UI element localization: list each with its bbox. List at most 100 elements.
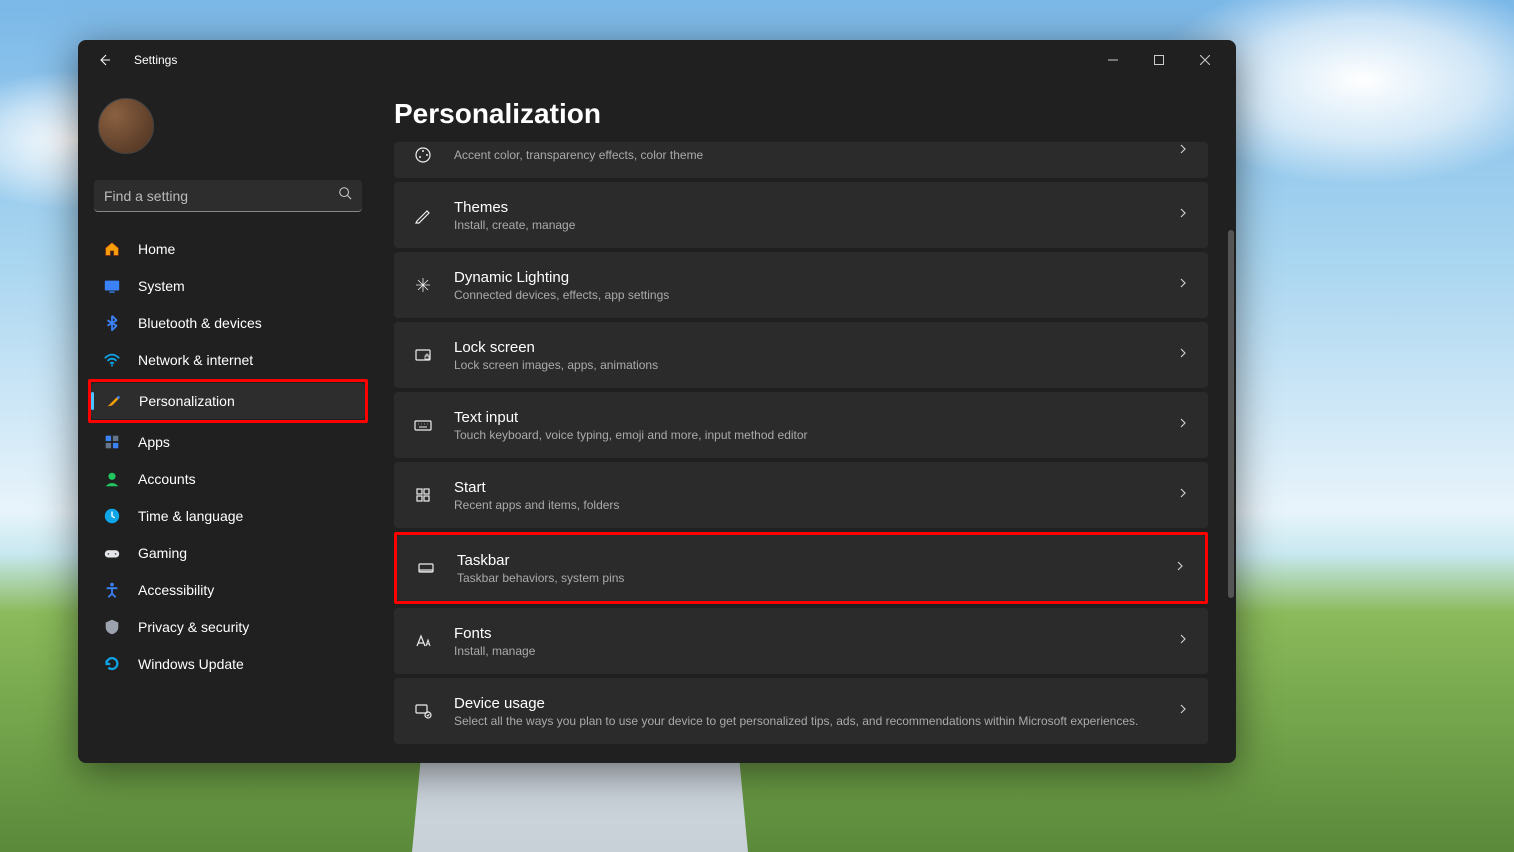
settings-card-dynamic-lighting[interactable]: Dynamic Lighting Connected devices, effec… xyxy=(394,252,1208,318)
taskbar-icon xyxy=(415,557,437,579)
nav-item-label: Accessibility xyxy=(138,582,214,598)
card-text: TaskbarTaskbar behaviors, system pins xyxy=(457,552,1173,585)
settings-card-start[interactable]: Start Recent apps and items, folders xyxy=(394,462,1208,528)
card-text: Dynamic Lighting Connected devices, effec… xyxy=(454,269,1176,302)
card-text: Start Recent apps and items, folders xyxy=(454,479,1176,512)
chevron-right-icon xyxy=(1176,206,1190,225)
nav-item-label: Gaming xyxy=(138,545,187,561)
start-icon xyxy=(412,484,434,506)
chevron-right-icon xyxy=(1173,559,1187,578)
maximize-button[interactable] xyxy=(1136,44,1182,76)
nav-item-apps[interactable]: Apps xyxy=(90,424,366,460)
card-title: Text input xyxy=(454,409,1176,426)
card-subtitle: Install, create, manage xyxy=(454,218,1176,232)
maximize-icon xyxy=(1154,55,1164,65)
nav-item-personalization[interactable]: Personalization xyxy=(91,383,365,419)
nav-item-accounts[interactable]: Accounts xyxy=(90,461,366,497)
annotation-highlight: Personalization xyxy=(88,379,368,423)
device-icon xyxy=(412,700,434,722)
card-title: Dynamic Lighting xyxy=(454,269,1176,286)
search-input[interactable] xyxy=(104,188,338,204)
arrow-left-icon xyxy=(96,52,112,68)
card-text: Themes Install, create, manage xyxy=(454,199,1176,232)
chevron-right-icon xyxy=(1176,632,1190,651)
card-title: Themes xyxy=(454,199,1176,216)
close-icon xyxy=(1200,55,1210,65)
update-icon xyxy=(102,654,122,674)
nav-item-time-language[interactable]: Time & language xyxy=(90,498,366,534)
nav-item-accessibility[interactable]: Accessibility xyxy=(90,572,366,608)
window-title: Settings xyxy=(134,53,177,67)
nav-item-network-internet[interactable]: Network & internet xyxy=(90,342,366,378)
card-title: Start xyxy=(454,479,1176,496)
lock-icon xyxy=(412,344,434,366)
card-text: Fonts Install, manage xyxy=(454,625,1176,658)
search-box[interactable] xyxy=(94,180,362,212)
settings-card-text-input[interactable]: Text input Touch keyboard, voice typing, … xyxy=(394,392,1208,458)
nav-item-windows-update[interactable]: Windows Update xyxy=(90,646,366,682)
settings-card-themes[interactable]: Themes Install, create, manage xyxy=(394,182,1208,248)
settings-card-fonts[interactable]: Fonts Install, manage xyxy=(394,608,1208,674)
pen-icon xyxy=(412,204,434,226)
annotation-highlight: TaskbarTaskbar behaviors, system pins xyxy=(394,532,1208,604)
card-subtitle: Connected devices, effects, app settings xyxy=(454,288,1176,302)
card-title: Taskbar xyxy=(457,552,1173,569)
nav-item-home[interactable]: Home xyxy=(90,231,366,267)
search-icon xyxy=(338,186,352,205)
privacy-icon xyxy=(102,617,122,637)
chevron-right-icon xyxy=(1176,702,1190,721)
nav-item-label: System xyxy=(138,278,185,294)
page-title: Personalization xyxy=(394,80,1208,142)
window-controls xyxy=(1090,44,1228,76)
nav-item-label: Time & language xyxy=(138,508,243,524)
apps-icon xyxy=(102,432,122,452)
user-avatar[interactable] xyxy=(98,98,154,154)
settings-card-list: Accent color, transparency effects, colo… xyxy=(394,142,1208,744)
nav-item-label: Accounts xyxy=(138,471,196,487)
palette-icon xyxy=(412,144,434,166)
gaming-icon xyxy=(102,543,122,563)
card-title: Lock screen xyxy=(454,339,1176,356)
minimize-button[interactable] xyxy=(1090,44,1136,76)
card-subtitle: Recent apps and items, folders xyxy=(454,498,1176,512)
nav-item-system[interactable]: System xyxy=(90,268,366,304)
nav-item-label: Privacy & security xyxy=(138,619,249,635)
nav-item-gaming[interactable]: Gaming xyxy=(90,535,366,571)
settings-card-taskbar[interactable]: TaskbarTaskbar behaviors, system pins xyxy=(397,535,1205,601)
card-subtitle: Install, manage xyxy=(454,644,1176,658)
back-button[interactable] xyxy=(86,42,122,78)
card-text: Lock screen Lock screen images, apps, ani… xyxy=(454,339,1176,372)
card-subtitle: Accent color, transparency effects, colo… xyxy=(454,148,1176,162)
wifi-icon xyxy=(102,350,122,370)
nav-item-label: Apps xyxy=(138,434,170,450)
bluetooth-icon xyxy=(102,313,122,333)
chevron-right-icon xyxy=(1176,486,1190,505)
chevron-right-icon xyxy=(1176,142,1190,161)
chevron-right-icon xyxy=(1176,346,1190,365)
keyboard-icon xyxy=(412,414,434,436)
home-icon xyxy=(102,239,122,259)
time-icon xyxy=(102,506,122,526)
nav-item-label: Personalization xyxy=(139,393,235,409)
account-icon xyxy=(102,469,122,489)
brush-icon xyxy=(103,391,123,411)
settings-card-device-usage[interactable]: Device usageSelect all the ways you plan… xyxy=(394,678,1208,744)
close-button[interactable] xyxy=(1182,44,1228,76)
chevron-right-icon xyxy=(1176,416,1190,435)
card-text: Text input Touch keyboard, voice typing, … xyxy=(454,409,1176,442)
settings-card-colors[interactable]: Accent color, transparency effects, colo… xyxy=(394,142,1208,178)
accessibility-icon xyxy=(102,580,122,600)
card-subtitle: Lock screen images, apps, animations xyxy=(454,358,1176,372)
card-title: Fonts xyxy=(454,625,1176,642)
card-subtitle: Touch keyboard, voice typing, emoji and … xyxy=(454,428,1176,442)
settings-card-lock-screen[interactable]: Lock screen Lock screen images, apps, ani… xyxy=(394,322,1208,388)
nav-item-label: Bluetooth & devices xyxy=(138,315,262,331)
scrollbar[interactable] xyxy=(1228,230,1234,755)
titlebar: Settings xyxy=(78,40,1236,80)
nav-item-bluetooth-devices[interactable]: Bluetooth & devices xyxy=(90,305,366,341)
scrollbar-thumb[interactable] xyxy=(1228,230,1234,598)
nav-item-label: Windows Update xyxy=(138,656,244,672)
card-text: Device usageSelect all the ways you plan… xyxy=(454,695,1176,728)
minimize-icon xyxy=(1108,55,1118,65)
nav-item-privacy-security[interactable]: Privacy & security xyxy=(90,609,366,645)
